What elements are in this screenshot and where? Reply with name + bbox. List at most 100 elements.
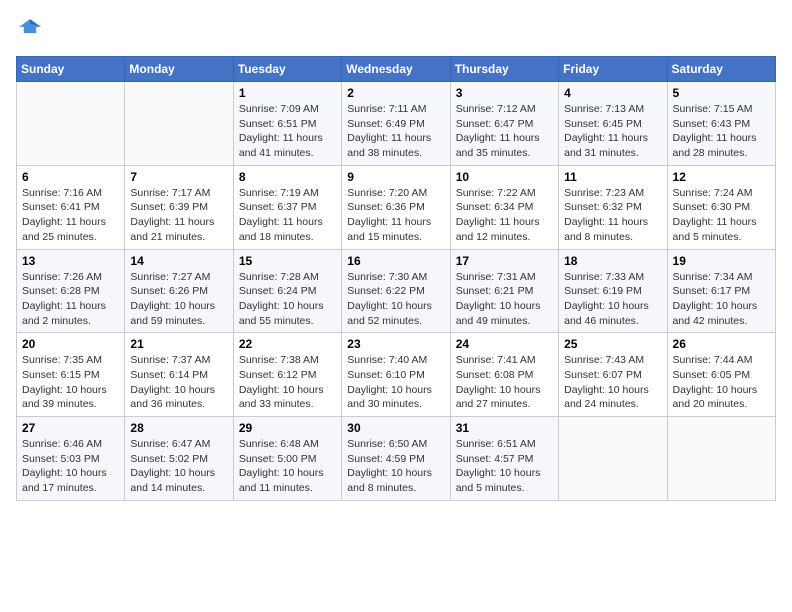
- day-detail: Sunrise: 7:27 AMSunset: 6:26 PMDaylight:…: [130, 270, 227, 329]
- calendar-cell: 2 Sunrise: 7:11 AMSunset: 6:49 PMDaylight…: [342, 82, 450, 166]
- day-number: 4: [564, 86, 661, 100]
- weekday-header: Monday: [125, 57, 233, 82]
- day-number: 15: [239, 254, 336, 268]
- day-detail: Sunrise: 7:09 AMSunset: 6:51 PMDaylight:…: [239, 102, 336, 161]
- calendar-week-row: 27Sunrise: 6:46 AMSunset: 5:03 PMDayligh…: [17, 417, 776, 501]
- day-detail: Sunrise: 7:11 AMSunset: 6:49 PMDaylight:…: [347, 102, 444, 161]
- day-detail: Sunrise: 7:19 AMSunset: 6:37 PMDaylight:…: [239, 186, 336, 245]
- calendar-cell: 10 Sunrise: 7:22 AMSunset: 6:34 PMDayligh…: [450, 165, 558, 249]
- calendar-cell: 8 Sunrise: 7:19 AMSunset: 6:37 PMDaylight…: [233, 165, 341, 249]
- weekday-header: Sunday: [17, 57, 125, 82]
- day-number: 8: [239, 170, 336, 184]
- calendar-cell: 1Sunrise: 7:09 AMSunset: 6:51 PMDaylight…: [233, 82, 341, 166]
- logo: [16, 16, 48, 44]
- calendar-cell: 29 Sunrise: 6:48 AMSunset: 5:00 PMDayligh…: [233, 417, 341, 501]
- calendar-cell: 16 Sunrise: 7:30 AMSunset: 6:22 PMDayligh…: [342, 249, 450, 333]
- calendar-cell: 9 Sunrise: 7:20 AMSunset: 6:36 PMDaylight…: [342, 165, 450, 249]
- day-detail: Sunrise: 7:20 AMSunset: 6:36 PMDaylight:…: [347, 186, 444, 245]
- calendar-cell: 24 Sunrise: 7:41 AMSunset: 6:08 PMDayligh…: [450, 333, 558, 417]
- day-detail: Sunrise: 7:41 AMSunset: 6:08 PMDaylight:…: [456, 353, 553, 412]
- calendar-cell: 31 Sunrise: 6:51 AMSunset: 4:57 PMDayligh…: [450, 417, 558, 501]
- day-detail: Sunrise: 7:33 AMSunset: 6:19 PMDaylight:…: [564, 270, 661, 329]
- calendar-cell: 28Sunrise: 6:47 AMSunset: 5:02 PMDayligh…: [125, 417, 233, 501]
- calendar-week-row: 1Sunrise: 7:09 AMSunset: 6:51 PMDaylight…: [17, 82, 776, 166]
- day-detail: Sunrise: 7:44 AMSunset: 6:05 PMDaylight:…: [673, 353, 770, 412]
- day-detail: Sunrise: 7:24 AMSunset: 6:30 PMDaylight:…: [673, 186, 770, 245]
- weekday-header: Wednesday: [342, 57, 450, 82]
- calendar-cell: 13Sunrise: 7:26 AMSunset: 6:28 PMDayligh…: [17, 249, 125, 333]
- calendar-cell: 25 Sunrise: 7:43 AMSunset: 6:07 PMDayligh…: [559, 333, 667, 417]
- day-number: 11: [564, 170, 661, 184]
- day-number: 21: [130, 337, 227, 351]
- day-detail: Sunrise: 7:31 AMSunset: 6:21 PMDaylight:…: [456, 270, 553, 329]
- calendar-cell: 27Sunrise: 6:46 AMSunset: 5:03 PMDayligh…: [17, 417, 125, 501]
- calendar-cell: 6 Sunrise: 7:16 AMSunset: 6:41 PMDaylight…: [17, 165, 125, 249]
- logo-icon: [16, 16, 44, 44]
- day-number: 17: [456, 254, 553, 268]
- calendar-cell: 20Sunrise: 7:35 AMSunset: 6:15 PMDayligh…: [17, 333, 125, 417]
- weekday-header: Friday: [559, 57, 667, 82]
- day-detail: Sunrise: 7:22 AMSunset: 6:34 PMDaylight:…: [456, 186, 553, 245]
- day-number: 2: [347, 86, 444, 100]
- day-number: 13: [22, 254, 119, 268]
- day-number: 6: [22, 170, 119, 184]
- day-detail: Sunrise: 7:13 AMSunset: 6:45 PMDaylight:…: [564, 102, 661, 161]
- calendar-cell: [559, 417, 667, 501]
- day-number: 24: [456, 337, 553, 351]
- day-number: 14: [130, 254, 227, 268]
- day-number: 29: [239, 421, 336, 435]
- day-detail: Sunrise: 6:50 AMSunset: 4:59 PMDaylight:…: [347, 437, 444, 496]
- weekday-header: Thursday: [450, 57, 558, 82]
- calendar-table: SundayMondayTuesdayWednesdayThursdayFrid…: [16, 56, 776, 501]
- calendar-cell: 12 Sunrise: 7:24 AMSunset: 6:30 PMDayligh…: [667, 165, 775, 249]
- day-number: 31: [456, 421, 553, 435]
- day-number: 16: [347, 254, 444, 268]
- day-number: 9: [347, 170, 444, 184]
- calendar-cell: 18 Sunrise: 7:33 AMSunset: 6:19 PMDayligh…: [559, 249, 667, 333]
- calendar-cell: 15 Sunrise: 7:28 AMSunset: 6:24 PMDayligh…: [233, 249, 341, 333]
- day-number: 22: [239, 337, 336, 351]
- calendar-week-row: 6 Sunrise: 7:16 AMSunset: 6:41 PMDaylight…: [17, 165, 776, 249]
- day-number: 18: [564, 254, 661, 268]
- calendar-cell: 5Sunrise: 7:15 AMSunset: 6:43 PMDaylight…: [667, 82, 775, 166]
- day-number: 12: [673, 170, 770, 184]
- calendar-cell: 4 Sunrise: 7:13 AMSunset: 6:45 PMDaylight…: [559, 82, 667, 166]
- day-detail: Sunrise: 6:48 AMSunset: 5:00 PMDaylight:…: [239, 437, 336, 496]
- calendar-header-row: SundayMondayTuesdayWednesdayThursdayFrid…: [17, 57, 776, 82]
- calendar-cell: 23 Sunrise: 7:40 AMSunset: 6:10 PMDayligh…: [342, 333, 450, 417]
- calendar-cell: 11 Sunrise: 7:23 AMSunset: 6:32 PMDayligh…: [559, 165, 667, 249]
- calendar-cell: 19 Sunrise: 7:34 AMSunset: 6:17 PMDayligh…: [667, 249, 775, 333]
- calendar-cell: 3Sunrise: 7:12 AMSunset: 6:47 PMDaylight…: [450, 82, 558, 166]
- calendar-cell: 21 Sunrise: 7:37 AMSunset: 6:14 PMDayligh…: [125, 333, 233, 417]
- day-detail: Sunrise: 6:51 AMSunset: 4:57 PMDaylight:…: [456, 437, 553, 496]
- day-detail: Sunrise: 7:16 AMSunset: 6:41 PMDaylight:…: [22, 186, 119, 245]
- calendar-cell: 30 Sunrise: 6:50 AMSunset: 4:59 PMDayligh…: [342, 417, 450, 501]
- day-detail: Sunrise: 7:15 AMSunset: 6:43 PMDaylight:…: [673, 102, 770, 161]
- day-number: 23: [347, 337, 444, 351]
- day-detail: Sunrise: 7:37 AMSunset: 6:14 PMDaylight:…: [130, 353, 227, 412]
- page-header: [16, 16, 776, 44]
- day-detail: Sunrise: 7:40 AMSunset: 6:10 PMDaylight:…: [347, 353, 444, 412]
- day-detail: Sunrise: 7:28 AMSunset: 6:24 PMDaylight:…: [239, 270, 336, 329]
- calendar-cell: 7 Sunrise: 7:17 AMSunset: 6:39 PMDaylight…: [125, 165, 233, 249]
- calendar-cell: [17, 82, 125, 166]
- calendar-cell: 26 Sunrise: 7:44 AMSunset: 6:05 PMDayligh…: [667, 333, 775, 417]
- day-detail: Sunrise: 7:30 AMSunset: 6:22 PMDaylight:…: [347, 270, 444, 329]
- calendar-cell: [125, 82, 233, 166]
- weekday-header: Saturday: [667, 57, 775, 82]
- day-detail: Sunrise: 7:43 AMSunset: 6:07 PMDaylight:…: [564, 353, 661, 412]
- day-detail: Sunrise: 7:38 AMSunset: 6:12 PMDaylight:…: [239, 353, 336, 412]
- day-detail: Sunrise: 7:17 AMSunset: 6:39 PMDaylight:…: [130, 186, 227, 245]
- day-number: 25: [564, 337, 661, 351]
- day-number: 30: [347, 421, 444, 435]
- day-number: 10: [456, 170, 553, 184]
- day-detail: Sunrise: 7:35 AMSunset: 6:15 PMDaylight:…: [22, 353, 119, 412]
- day-number: 27: [22, 421, 119, 435]
- day-detail: Sunrise: 7:23 AMSunset: 6:32 PMDaylight:…: [564, 186, 661, 245]
- day-number: 3: [456, 86, 553, 100]
- calendar-cell: 17 Sunrise: 7:31 AMSunset: 6:21 PMDayligh…: [450, 249, 558, 333]
- day-detail: Sunrise: 7:34 AMSunset: 6:17 PMDaylight:…: [673, 270, 770, 329]
- day-number: 7: [130, 170, 227, 184]
- day-number: 19: [673, 254, 770, 268]
- day-number: 26: [673, 337, 770, 351]
